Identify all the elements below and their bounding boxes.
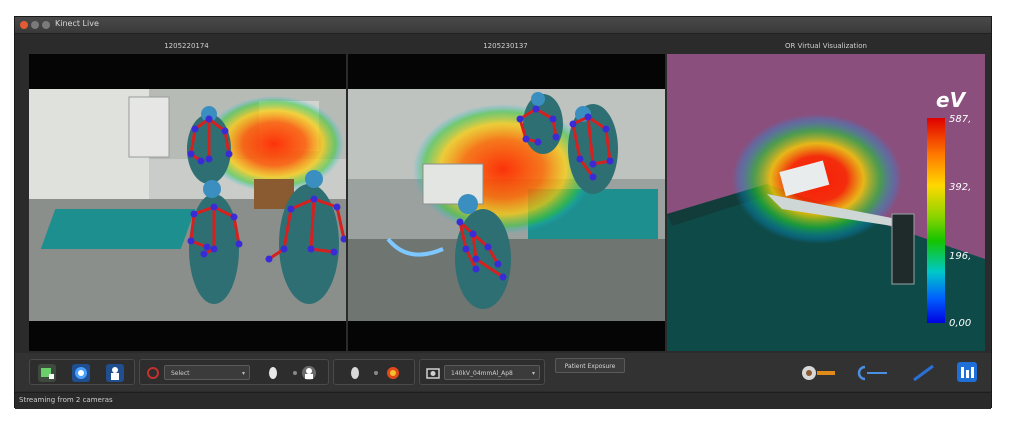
brand-logo-icon [801,363,837,383]
camera-1-scene [29,89,346,321]
dose-colorbar [927,118,945,323]
toolbar-group-overlay [333,359,415,385]
camera-view-1[interactable] [29,54,346,351]
window-title: Kinect Live [55,19,99,28]
colorbar-tick-2: 392, [949,182,972,193]
exposure-camera-icon[interactable] [424,364,442,382]
preset-dropdown-value: 140kV_04mmAl_Ap8 [451,370,513,377]
select-dropdown[interactable]: Select ▾ [164,365,250,380]
colorbar-unit: eV [936,88,966,112]
pane-header-virtual: OR Virtual Visualization [785,42,867,50]
colorbar-tick-min: 0,00 [949,318,972,329]
toolbar-group-view [29,359,135,385]
maximize-window-button[interactable] [42,21,50,29]
link-icon[interactable] [367,364,385,382]
colorbar-tick-max: 587, [949,114,972,125]
camera-feed-1 [29,89,346,321]
close-window-button[interactable] [20,21,28,29]
preset-dropdown[interactable]: 140kV_04mmAl_Ap8 ▾ [444,365,540,380]
patient-exposure-button[interactable]: Patient Exposure [555,358,625,373]
person-icon[interactable] [106,364,124,382]
heatmap-icon[interactable] [384,364,402,382]
mouse-icon[interactable] [264,364,282,382]
status-text: Streaming from 2 cameras [19,396,113,404]
snapshot-icon[interactable] [38,364,56,382]
titlebar: Kinect Live [15,17,991,34]
connect-icon[interactable] [855,363,891,383]
bottom-toolbar: Select ▾ 140kV_04mmAl_Ap8 ▾ Patient Expo… [15,353,991,391]
toolbar-group-select: Select ▾ [139,359,329,385]
virtual-visualization-view[interactable]: eV 587, 392, 196, 0,00 [667,54,985,351]
minimize-window-button[interactable] [31,21,39,29]
pane-header-camera-2: 1205230137 [483,42,528,50]
camera-feed-2 [348,89,665,321]
camera-view-2[interactable] [348,54,665,351]
app-window: Kinect Live 1205220174 1205230137 OR Vir… [14,16,992,409]
chevron-down-icon: ▾ [241,370,245,377]
camera-icon[interactable] [72,364,90,382]
chevron-down-icon: ▾ [531,370,535,377]
pane-header-camera-1: 1205220174 [164,42,209,50]
camera-2-scene [348,89,665,321]
mouse-toggle-icon[interactable] [346,364,364,382]
status-bar: Streaming from 2 cameras [15,392,991,409]
institution-logo-icon [957,362,977,382]
probe-icon[interactable] [911,363,937,383]
record-icon[interactable] [144,364,162,382]
colorbar-tick-1: 196, [949,251,972,262]
select-dropdown-value: Select [171,370,190,377]
toolbar-group-preset: 140kV_04mmAl_Ap8 ▾ [419,359,545,385]
avatar-icon[interactable] [300,364,318,382]
